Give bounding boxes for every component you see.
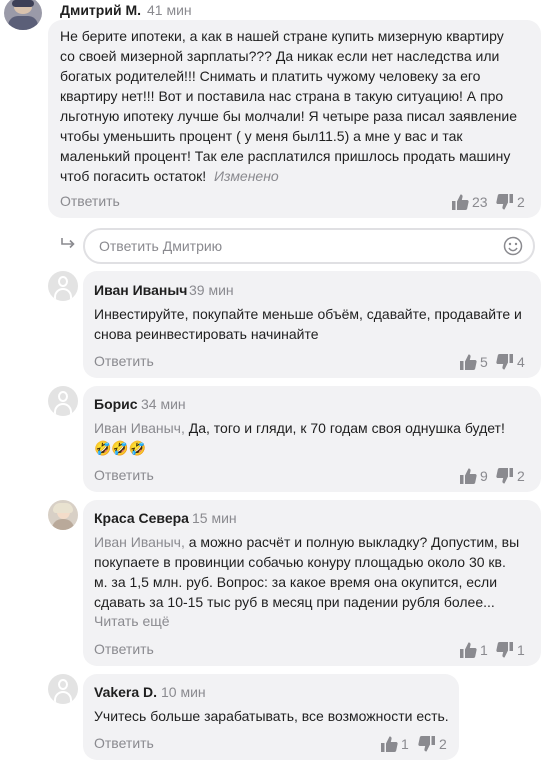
- edited-label: Изменено: [213, 168, 279, 184]
- emoji-line: 🤣🤣🤣: [94, 440, 147, 456]
- smiley-icon[interactable]: [503, 236, 523, 256]
- thumbs-up-icon: [460, 642, 477, 658]
- like-count: 9: [480, 468, 488, 484]
- comment-text: Учитесь больше зарабатывать, все возможн…: [94, 706, 454, 726]
- comment-time: 41 мин: [147, 2, 192, 18]
- comment-author[interactable]: Борис: [94, 396, 138, 412]
- reply-arrow-icon: [60, 237, 76, 251]
- like-count: 23: [472, 194, 488, 210]
- comment-time: 10 мин: [161, 684, 206, 700]
- comment-author[interactable]: Vakera D.: [94, 684, 157, 700]
- dislike-button[interactable]: 4: [496, 353, 525, 371]
- text-line: чтобы уменьшить процент ( у меня был11.5…: [60, 128, 463, 144]
- comment-time: 39 мин: [189, 282, 234, 298]
- avatar-placeholder[interactable]: [48, 386, 78, 416]
- text-line: чтоб погасить остаток!: [60, 168, 207, 184]
- reply-button[interactable]: Ответить: [94, 467, 154, 483]
- text-line: богатых родителей!!! Снимать и платить ч…: [60, 68, 481, 84]
- like-button[interactable]: 1: [380, 735, 409, 753]
- thumbs-down-icon: [496, 468, 513, 484]
- dislike-button[interactable]: 2: [418, 735, 447, 753]
- dislike-count: 4: [517, 354, 525, 370]
- reply-button[interactable]: Ответить: [94, 735, 154, 751]
- like-count: 5: [480, 354, 488, 370]
- dislike-count: 2: [517, 468, 525, 484]
- dislike-count: 2: [439, 736, 447, 752]
- like-count: 1: [401, 736, 409, 752]
- avatar-placeholder[interactable]: [48, 674, 78, 704]
- reply-button[interactable]: Ответить: [60, 193, 120, 209]
- text-line: Инвестируйте, покупайте меньше объём, сд…: [94, 306, 522, 322]
- avatar-dmitry[interactable]: [4, 0, 42, 30]
- thumbs-down-icon: [496, 354, 513, 370]
- thumbs-up-icon: [452, 194, 469, 210]
- text-line: а можно расчёт и полную выкладку? Допуст…: [184, 534, 520, 550]
- text-line: покупаете в провинции собачью конуру пло…: [94, 554, 506, 570]
- dislike-button[interactable]: 1: [496, 641, 525, 659]
- comment-author[interactable]: Дмитрий М.: [60, 2, 141, 18]
- like-count: 1: [480, 642, 488, 658]
- text-line: льготную ипотеку лучше бы молчали! Я чет…: [60, 108, 518, 124]
- dislike-button[interactable]: 2: [496, 193, 525, 211]
- read-more-link[interactable]: Читать ещё: [94, 613, 170, 629]
- text-line: квартиру нет!!! Вот и поставила нас стра…: [60, 88, 504, 104]
- like-button[interactable]: 1: [459, 641, 488, 659]
- mention-link[interactable]: Иван Иваныч,: [94, 420, 185, 436]
- text-line: сдавать за 10-15 тыс руб в месяц при пад…: [94, 594, 495, 610]
- text-line: со своей мизерной зарплаты??? Да никак е…: [60, 48, 500, 64]
- dislike-button[interactable]: 2: [496, 467, 525, 485]
- reply-button[interactable]: Ответить: [94, 641, 154, 657]
- comment-time: 15 мин: [192, 510, 237, 526]
- reply-input[interactable]: [99, 236, 479, 256]
- comment-author[interactable]: Иван Иваныч: [94, 282, 187, 298]
- thumbs-down-icon: [496, 194, 513, 210]
- like-button[interactable]: 23: [451, 193, 488, 211]
- like-button[interactable]: 5: [459, 353, 488, 371]
- comment-text: Инвестируйте, покупайте меньше объём, сд…: [94, 304, 534, 344]
- comment-text: Иван Иваныч, а можно расчёт и полную вык…: [94, 532, 539, 612]
- text-line: Не берите ипотеки, а как в нашей стране …: [60, 28, 504, 44]
- comment-author[interactable]: Краса Севера: [94, 510, 189, 526]
- avatar-krasa[interactable]: [48, 500, 78, 530]
- dislike-count: 2: [517, 194, 525, 210]
- text-line: Учитесь больше зарабатывать, все возможн…: [94, 708, 449, 724]
- comment-text: Иван Иваныч, Да, того и гляди, к 70 года…: [94, 418, 534, 458]
- reply-box[interactable]: [83, 228, 535, 264]
- reply-button[interactable]: Ответить: [94, 353, 154, 369]
- text-line: Да, того и гляди, к 70 годам своя однушк…: [184, 420, 505, 436]
- thumbs-up-icon: [460, 354, 477, 370]
- text-line: снова реинвестировать начинайте: [94, 326, 319, 342]
- thumbs-up-icon: [460, 468, 477, 484]
- mention-link[interactable]: Иван Иваныч,: [94, 534, 185, 550]
- like-button[interactable]: 9: [459, 467, 488, 485]
- avatar-placeholder[interactable]: [48, 271, 78, 301]
- thumbs-up-icon: [381, 736, 398, 752]
- comment-time: 34 мин: [141, 396, 186, 412]
- thumbs-down-icon: [418, 736, 435, 752]
- text-line: м. за 1,5 млн. руб. Вопрос: за какое вре…: [94, 574, 498, 590]
- text-line: маленький процент! Так еле расплатился п…: [60, 148, 511, 164]
- thumbs-down-icon: [496, 642, 513, 658]
- dislike-count: 1: [517, 642, 525, 658]
- comment-text: Не берите ипотеки, а как в нашей стране …: [60, 26, 538, 186]
